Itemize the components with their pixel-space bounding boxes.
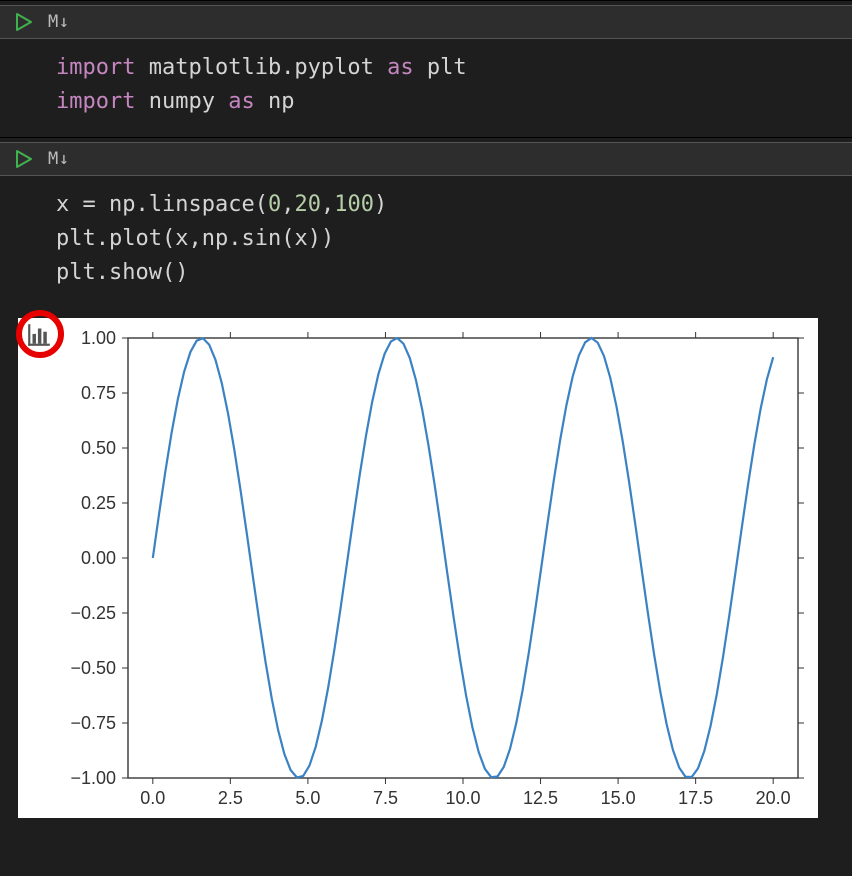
svg-text:12.5: 12.5	[523, 788, 558, 808]
svg-text:−0.75: −0.75	[70, 713, 116, 733]
svg-text:20.0: 20.0	[756, 788, 791, 808]
svg-text:7.5: 7.5	[373, 788, 398, 808]
svg-text:0.00: 0.00	[81, 548, 116, 568]
svg-text:1.00: 1.00	[81, 328, 116, 348]
markdown-toggle[interactable]: M↓	[48, 149, 69, 169]
sine-plot: −1.00 −0.75 −0.50 −0.25 0.00 0.25 0.50 0.75 1.00…	[18, 318, 818, 818]
cell-toolbar: M↓	[0, 5, 852, 38]
code-editor[interactable]: import matplotlib.pyplot as plt import n…	[0, 38, 852, 137]
svg-text:0.50: 0.50	[81, 438, 116, 458]
svg-text:0.75: 0.75	[81, 383, 116, 403]
code-cell: M↓ x = np.linspace(0,20,100) plt.plot(x,…	[0, 137, 852, 836]
svg-text:0.25: 0.25	[81, 493, 116, 513]
svg-text:17.5: 17.5	[678, 788, 713, 808]
plot-output: −1.00 −0.75 −0.50 −0.25 0.00 0.25 0.50 0.75 1.00…	[18, 318, 818, 818]
svg-text:10.0: 10.0	[445, 788, 480, 808]
svg-text:15.0: 15.0	[601, 788, 636, 808]
svg-text:−1.00: −1.00	[70, 768, 116, 788]
code-text: x = np.linspace(0,20,100) plt.plot(x,np.…	[56, 188, 834, 290]
svg-text:−0.25: −0.25	[70, 603, 116, 623]
code-text: import matplotlib.pyplot as plt import n…	[56, 51, 834, 119]
code-editor[interactable]: x = np.linspace(0,20,100) plt.plot(x,np.…	[0, 175, 852, 308]
run-cell-button[interactable]	[14, 149, 34, 169]
svg-text:0.0: 0.0	[140, 788, 165, 808]
svg-text:−0.50: −0.50	[70, 658, 116, 678]
code-cell: M↓ import matplotlib.pyplot as plt impor…	[0, 0, 852, 137]
cell-output: −1.00 −0.75 −0.50 −0.25 0.00 0.25 0.50 0.75 1.00…	[0, 318, 852, 836]
svg-text:2.5: 2.5	[218, 788, 243, 808]
cell-toolbar: M↓	[0, 142, 852, 175]
markdown-toggle[interactable]: M↓	[48, 12, 69, 32]
run-cell-button[interactable]	[14, 12, 34, 32]
svg-text:5.0: 5.0	[295, 788, 320, 808]
